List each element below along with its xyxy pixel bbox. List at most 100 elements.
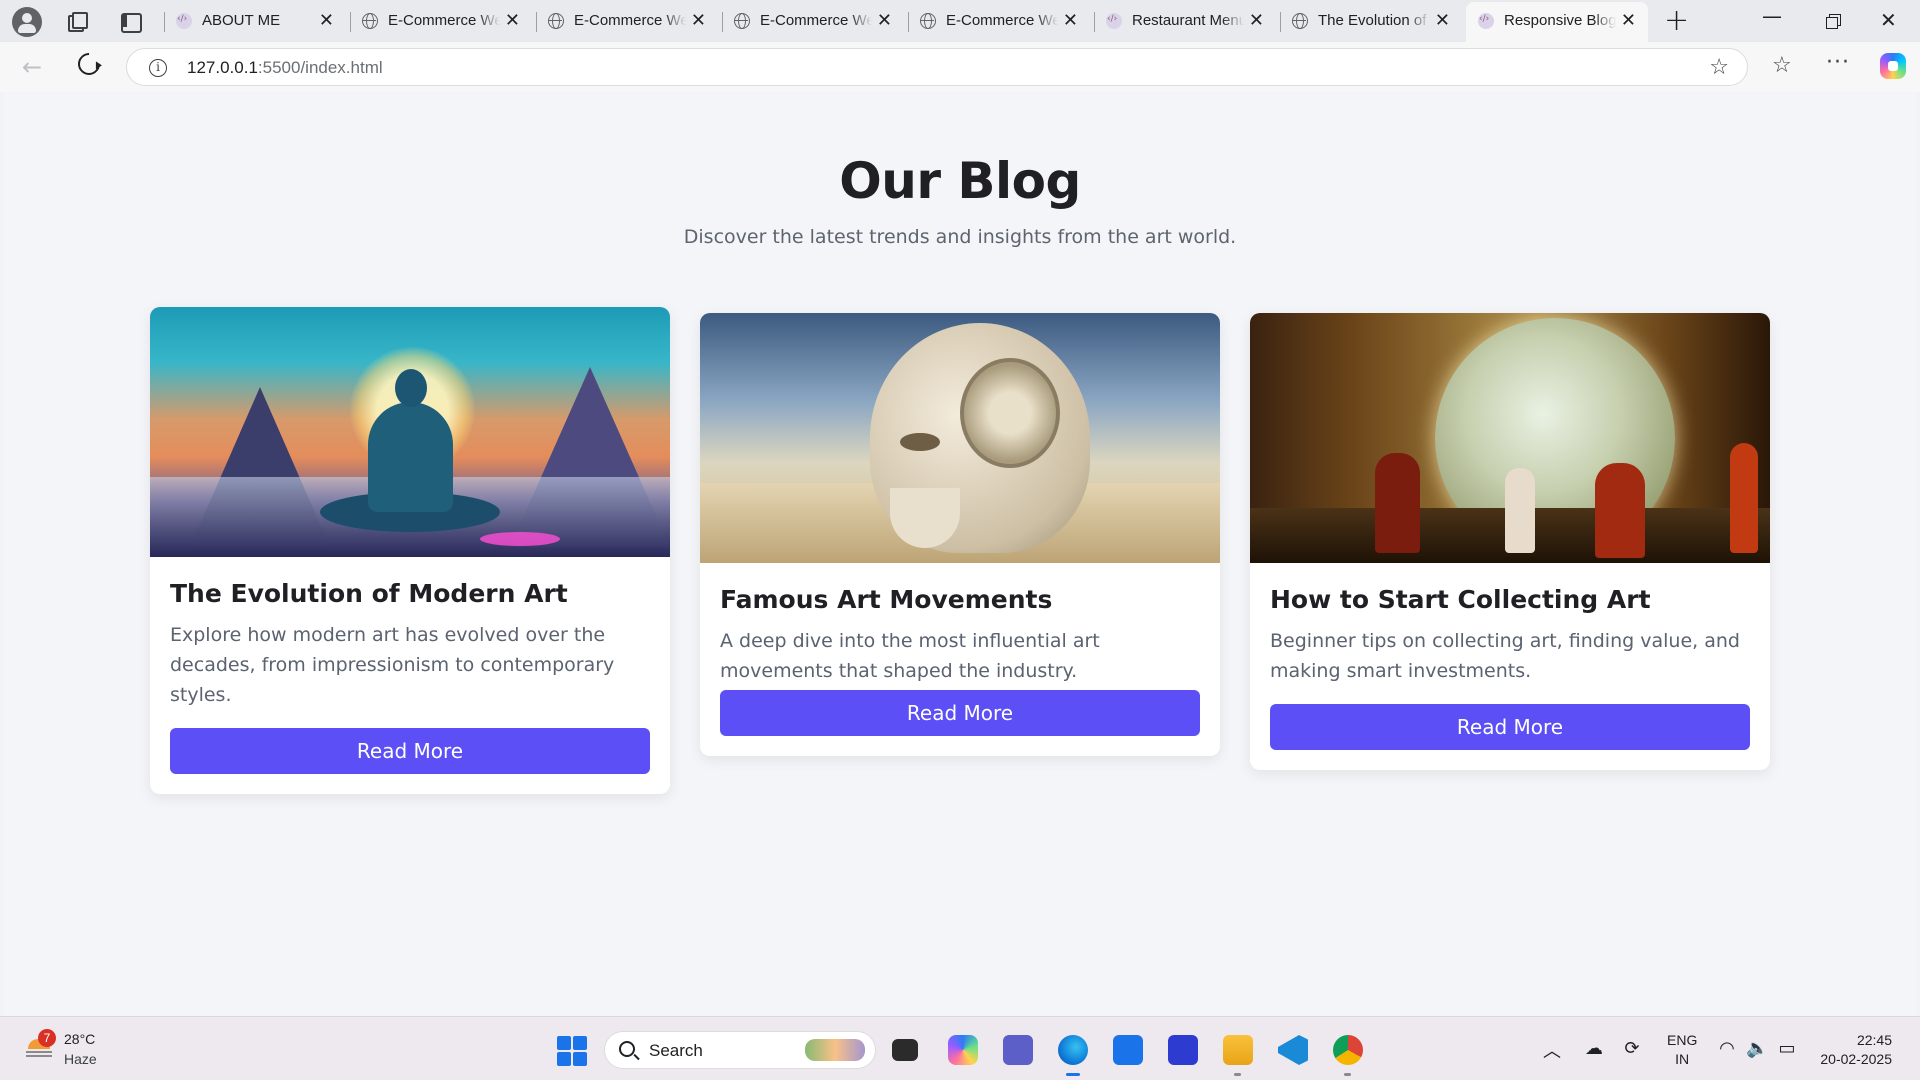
tab-evolution[interactable]: The Evolution of ✕ bbox=[1280, 4, 1462, 38]
workspaces-icon[interactable] bbox=[64, 9, 88, 33]
task-view-icon[interactable] bbox=[892, 1039, 918, 1061]
blog-card-image bbox=[150, 307, 670, 557]
globe-icon bbox=[920, 13, 936, 29]
browser-toolbar: ← i 127.0.0.1:5500/index.html ☆ ☆ ··· bbox=[0, 42, 1920, 92]
tab-separator bbox=[1094, 12, 1095, 32]
new-tab-icon[interactable]: + bbox=[1664, 6, 1689, 36]
globe-icon bbox=[734, 13, 750, 29]
read-more-button[interactable]: Read More bbox=[170, 728, 650, 774]
sync-icon[interactable]: ⟳ bbox=[1621, 1038, 1643, 1060]
blog-card-title: How to Start Collecting Art bbox=[1270, 585, 1651, 614]
read-more-button[interactable]: Read More bbox=[720, 690, 1200, 736]
file-explorer-icon[interactable] bbox=[1223, 1035, 1253, 1076]
volume-icon[interactable]: 🔈 bbox=[1746, 1038, 1768, 1060]
blog-card-excerpt: A deep dive into the most influential ar… bbox=[720, 630, 1100, 682]
weather-badge: 7 bbox=[38, 1029, 56, 1047]
tab-responsive-blog[interactable]: Responsive Blog ✕ bbox=[1466, 2, 1648, 42]
favorites-icon[interactable]: ☆ bbox=[1772, 53, 1792, 78]
read-more-button[interactable]: Read More bbox=[1270, 704, 1750, 750]
tab-strip: ABOUT ME ✕ E-Commerce We ✕ E-Commerce We… bbox=[0, 0, 1920, 42]
tab-restaurant-menu[interactable]: Restaurant Menu ✕ bbox=[1094, 4, 1276, 38]
tab-title: E-Commerce We bbox=[760, 12, 872, 29]
tab-actions-icon[interactable] bbox=[118, 9, 142, 33]
tab-ecommerce-1[interactable]: E-Commerce We ✕ bbox=[350, 4, 532, 38]
tab-ecommerce-2[interactable]: E-Commerce We ✕ bbox=[536, 4, 718, 38]
page-title: Our Blog bbox=[839, 152, 1081, 210]
close-icon[interactable]: ✕ bbox=[1063, 11, 1078, 31]
tab-title: E-Commerce We bbox=[388, 12, 500, 29]
tab-separator bbox=[536, 12, 537, 32]
url-host: 127.0.0.1 bbox=[187, 58, 258, 77]
blog-card-title: Famous Art Movements bbox=[720, 585, 1053, 614]
clock-date: 20-02-2025 bbox=[1820, 1051, 1892, 1067]
tab-title: The Evolution of bbox=[1318, 12, 1427, 29]
language-code: ENG bbox=[1667, 1032, 1698, 1048]
copilot-icon[interactable] bbox=[1880, 53, 1906, 79]
minimize-icon[interactable]: — bbox=[1762, 4, 1782, 28]
blog-card: How to Start Collecting Art Beginner tip… bbox=[1250, 313, 1770, 770]
more-options-icon[interactable]: ··· bbox=[1826, 50, 1850, 75]
tab-title: ABOUT ME bbox=[202, 12, 281, 29]
tab-title: Responsive Blog bbox=[1504, 12, 1616, 29]
web-icon bbox=[1106, 13, 1122, 29]
blog-card-image bbox=[700, 313, 1220, 563]
copilot-app-icon[interactable] bbox=[948, 1035, 978, 1065]
close-icon[interactable]: ✕ bbox=[319, 11, 334, 31]
search-icon bbox=[619, 1041, 635, 1057]
address-bar[interactable]: i 127.0.0.1:5500/index.html ☆ bbox=[126, 48, 1748, 86]
tab-title: E-Commerce We bbox=[574, 12, 686, 29]
tab-separator bbox=[722, 12, 723, 32]
site-info-icon[interactable]: i bbox=[149, 59, 167, 77]
globe-icon bbox=[548, 13, 564, 29]
chrome-icon[interactable] bbox=[1333, 1035, 1363, 1076]
battery-icon[interactable]: ▭ bbox=[1776, 1038, 1798, 1060]
language-indicator[interactable]: ENG IN bbox=[1667, 1031, 1697, 1069]
blog-card-title: The Evolution of Modern Art bbox=[170, 579, 568, 608]
store-icon[interactable] bbox=[1113, 1035, 1143, 1065]
weather-description[interactable]: Haze bbox=[64, 1051, 97, 1067]
system-clock[interactable]: 22:45 20-02-2025 bbox=[1812, 1031, 1892, 1069]
restore-icon[interactable] bbox=[1826, 14, 1841, 29]
tab-separator bbox=[908, 12, 909, 32]
tab-separator bbox=[350, 12, 351, 32]
edge-icon[interactable] bbox=[1058, 1035, 1088, 1076]
close-icon[interactable]: ✕ bbox=[505, 11, 520, 31]
teams-icon[interactable] bbox=[1003, 1035, 1033, 1065]
reload-icon[interactable] bbox=[73, 48, 105, 80]
clock-time: 22:45 bbox=[1856, 1032, 1892, 1048]
blog-card-excerpt: Beginner tips on collecting art, finding… bbox=[1270, 630, 1740, 682]
weather-temperature[interactable]: 28°C bbox=[64, 1031, 95, 1047]
close-icon[interactable]: ✕ bbox=[1435, 11, 1450, 31]
taskbar-search[interactable]: Search bbox=[604, 1031, 876, 1069]
tab-separator bbox=[1280, 12, 1281, 32]
tab-ecommerce-3[interactable]: E-Commerce We ✕ bbox=[722, 4, 904, 38]
close-icon[interactable]: ✕ bbox=[877, 11, 892, 31]
close-icon[interactable]: ✕ bbox=[691, 11, 706, 31]
search-highlight-icon bbox=[805, 1039, 865, 1061]
vscode-icon[interactable] bbox=[1278, 1035, 1308, 1065]
wifi-icon[interactable]: ◠ bbox=[1716, 1038, 1738, 1060]
web-icon bbox=[1478, 13, 1494, 29]
close-icon[interactable]: ✕ bbox=[1249, 11, 1264, 31]
back-arrow-icon[interactable]: ← bbox=[22, 53, 42, 81]
region-code: IN bbox=[1675, 1051, 1690, 1067]
profile-avatar-icon[interactable] bbox=[12, 7, 42, 37]
blog-card: Famous Art Movements A deep dive into th… bbox=[700, 313, 1220, 756]
url-path: :5500/index.html bbox=[257, 58, 383, 77]
close-icon[interactable]: ✕ bbox=[1621, 11, 1636, 31]
blog-card: The Evolution of Modern Art Explore how … bbox=[150, 307, 670, 794]
page-subtitle: Discover the latest trends and insights … bbox=[683, 226, 1237, 248]
window-close-icon[interactable]: ✕ bbox=[1880, 8, 1897, 32]
chevron-up-icon[interactable]: ︿ bbox=[1543, 1037, 1561, 1063]
tab-about-me[interactable]: ABOUT ME ✕ bbox=[164, 4, 346, 38]
tab-ecommerce-4[interactable]: E-Commerce We ✕ bbox=[908, 4, 1090, 38]
tab-title: Restaurant Menu bbox=[1132, 12, 1244, 29]
vscode-insiders-icon[interactable] bbox=[1168, 1035, 1198, 1065]
url-text[interactable]: 127.0.0.1:5500/index.html bbox=[187, 58, 383, 78]
blog-card-image bbox=[1250, 313, 1770, 563]
web-icon bbox=[176, 13, 192, 29]
windows-start-icon[interactable] bbox=[557, 1036, 587, 1066]
onedrive-icon[interactable]: ☁ bbox=[1583, 1038, 1605, 1060]
favorite-star-icon[interactable]: ☆ bbox=[1709, 55, 1729, 80]
tab-title: E-Commerce We bbox=[946, 12, 1058, 29]
